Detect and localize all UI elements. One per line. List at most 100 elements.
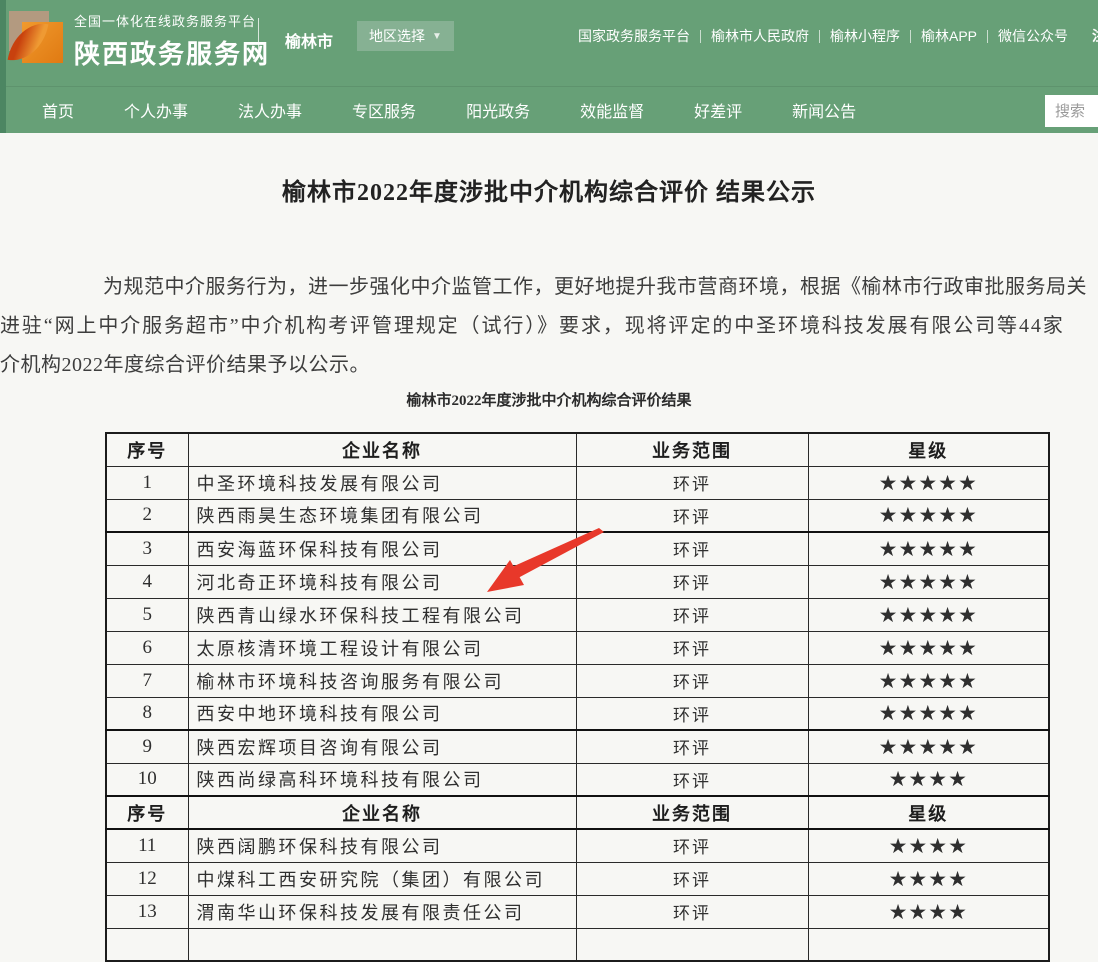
company-name: 陕西阔鹏环保科技有限公司 xyxy=(188,829,576,862)
company-name: 西安中地环境科技有限公司 xyxy=(188,697,576,730)
search-box xyxy=(1045,95,1098,127)
header-links: 国家政务服务平台 榆林市人民政府 榆林小程序 榆林APP 微信公众号 注册 xyxy=(578,26,1098,46)
table-row: 4 河北奇正环境科技有限公司 环评 ★★★★★ xyxy=(106,565,1049,598)
nav-item-news[interactable]: 新闻公告 xyxy=(792,98,856,122)
link-divider xyxy=(819,30,820,43)
header-stars: 星级 xyxy=(808,433,1049,466)
link-city-app[interactable]: 榆林APP xyxy=(921,26,977,46)
company-name: 陕西尚绿高科环境科技有限公司 xyxy=(188,763,576,796)
company-name xyxy=(188,928,576,961)
star-rating: ★★★★★ xyxy=(808,730,1049,763)
site-header: 全国一体化在线政务服务平台 陕西政务服务网 榆林市 地区选择 ▼ 国家政务服务平… xyxy=(0,0,1098,86)
business-scope: 环评 xyxy=(576,565,808,598)
announcement-paragraph: 为规范中介服务行为，进一步强化中介监管工作，更好地提升我市营商环境，根据《榆林市… xyxy=(0,268,1098,385)
brand-divider xyxy=(258,18,259,58)
site-logo[interactable] xyxy=(9,9,63,63)
header-company: 企业名称 xyxy=(188,796,576,829)
table-row: 8 西安中地环境科技有限公司 环评 ★★★★★ xyxy=(106,697,1049,730)
nav-item-rating[interactable]: 好差评 xyxy=(694,98,742,122)
table-row: 11 陕西阔鹏环保科技有限公司 环评 ★★★★ xyxy=(106,829,1049,862)
star-rating: ★★★★★ xyxy=(808,466,1049,499)
star-rating xyxy=(808,928,1049,961)
row-index: 11 xyxy=(106,829,188,862)
link-national-platform[interactable]: 国家政务服务平台 xyxy=(578,26,690,46)
paragraph-line: 进驻“网上中介服务超市”中介机构考评管理规定（试行）》要求，现将评定的中圣环境科… xyxy=(0,307,1098,346)
star-rating: ★★★★★ xyxy=(808,631,1049,664)
link-mini-program[interactable]: 榆林小程序 xyxy=(830,26,900,46)
nav-item-legal-entity-services[interactable]: 法人办事 xyxy=(238,98,302,122)
table-row: 13 渭南华山环保科技发展有限责任公司 环评 ★★★★ xyxy=(106,895,1049,928)
row-index: 13 xyxy=(106,895,188,928)
table-row: 2 陕西雨昊生态环境集团有限公司 环评 ★★★★★ xyxy=(106,499,1049,532)
star-rating: ★★★★★ xyxy=(808,598,1049,631)
row-index xyxy=(106,928,188,961)
table-row: 10 陕西尚绿高科环境科技有限公司 环评 ★★★★ xyxy=(106,763,1049,796)
star-rating: ★★★★ xyxy=(808,763,1049,796)
link-wechat-official[interactable]: 微信公众号 xyxy=(998,26,1068,46)
business-scope: 环评 xyxy=(576,664,808,697)
row-index: 9 xyxy=(106,730,188,763)
business-scope: 环评 xyxy=(576,862,808,895)
header-no: 序号 xyxy=(106,796,188,829)
platform-label: 全国一体化在线政务服务平台 xyxy=(74,11,270,30)
nav-item-home[interactable]: 首页 xyxy=(42,98,74,122)
table-row: 1 中圣环境科技发展有限公司 环评 ★★★★★ xyxy=(106,466,1049,499)
search-input[interactable] xyxy=(1045,95,1098,127)
register-link[interactable]: 注册 xyxy=(1092,26,1098,46)
row-index: 4 xyxy=(106,565,188,598)
chevron-down-icon: ▼ xyxy=(432,31,442,42)
star-rating: ★★★★★ xyxy=(808,532,1049,565)
link-city-government[interactable]: 榆林市人民政府 xyxy=(711,26,809,46)
region-select-label: 地区选择 xyxy=(369,26,425,46)
business-scope: 环评 xyxy=(576,829,808,862)
table-row: 6 太原核清环境工程设计有限公司 环评 ★★★★★ xyxy=(106,631,1049,664)
star-rating: ★★★★★ xyxy=(808,565,1049,598)
business-scope: 环评 xyxy=(576,763,808,796)
nav-item-efficiency-supervision[interactable]: 效能监督 xyxy=(580,98,644,122)
evaluation-results-table: 序号 企业名称 业务范围 星级 1 中圣环境科技发展有限公司 环评 ★★★★★ … xyxy=(105,432,1050,962)
header-no: 序号 xyxy=(106,433,188,466)
nav-item-special-zone-services[interactable]: 专区服务 xyxy=(352,98,416,122)
paragraph-line: 为规范中介服务行为，进一步强化中介监管工作，更好地提升我市营商环境，根据《榆林市… xyxy=(103,268,1098,307)
row-index: 12 xyxy=(106,862,188,895)
star-rating: ★★★★★ xyxy=(808,499,1049,532)
link-divider xyxy=(910,30,911,43)
site-name: 陕西政务服务网 xyxy=(74,34,270,71)
brand-block: 全国一体化在线政务服务平台 陕西政务服务网 xyxy=(74,11,270,71)
star-rating: ★★★★ xyxy=(808,895,1049,928)
company-name: 中圣环境科技发展有限公司 xyxy=(188,466,576,499)
row-index: 6 xyxy=(106,631,188,664)
main-navigation: 首页 个人办事 法人办事 专区服务 阳光政务 效能监督 好差评 新闻公告 xyxy=(0,86,1098,133)
company-name: 太原核清环境工程设计有限公司 xyxy=(188,631,576,664)
left-edge-strip xyxy=(0,0,6,133)
business-scope: 环评 xyxy=(576,697,808,730)
row-index: 2 xyxy=(106,499,188,532)
company-name: 河北奇正环境科技有限公司 xyxy=(188,565,576,598)
company-name: 西安海蓝环保科技有限公司 xyxy=(188,532,576,565)
region-select-button[interactable]: 地区选择 ▼ xyxy=(357,21,454,51)
business-scope: 环评 xyxy=(576,598,808,631)
table-row: 7 榆林市环境科技咨询服务有限公司 环评 ★★★★★ xyxy=(106,664,1049,697)
company-name: 榆林市环境科技咨询服务有限公司 xyxy=(188,664,576,697)
nav-item-open-government[interactable]: 阳光政务 xyxy=(466,98,530,122)
table-caption: 榆林市2022年度涉批中介机构综合评价结果 xyxy=(0,392,1098,410)
paragraph-line: 介机构2022年度综合评价结果予以公示。 xyxy=(0,346,1098,385)
table-row-clipped xyxy=(106,928,1049,961)
star-rating: ★★★★★ xyxy=(808,664,1049,697)
row-index: 1 xyxy=(106,466,188,499)
article-content: 榆林市2022年度涉批中介机构综合评价 结果公示 为规范中介服务行为，进一步强化… xyxy=(0,178,1098,962)
table-header-row: 序号 企业名称 业务范围 星级 xyxy=(106,796,1049,829)
nav-item-personal-services[interactable]: 个人办事 xyxy=(124,98,188,122)
header-scope: 业务范围 xyxy=(576,433,808,466)
table-row: 5 陕西青山绿水环保科技工程有限公司 环评 ★★★★★ xyxy=(106,598,1049,631)
business-scope: 环评 xyxy=(576,466,808,499)
link-divider xyxy=(987,30,988,43)
company-name: 陕西雨昊生态环境集团有限公司 xyxy=(188,499,576,532)
page-title: 榆林市2022年度涉批中介机构综合评价 结果公示 xyxy=(0,178,1098,208)
business-scope: 环评 xyxy=(576,730,808,763)
company-name: 陕西宏辉项目咨询有限公司 xyxy=(188,730,576,763)
company-name: 陕西青山绿水环保科技工程有限公司 xyxy=(188,598,576,631)
star-rating: ★★★★ xyxy=(808,862,1049,895)
table-row: 12 中煤科工西安研究院（集团）有限公司 环评 ★★★★ xyxy=(106,862,1049,895)
business-scope: 环评 xyxy=(576,499,808,532)
